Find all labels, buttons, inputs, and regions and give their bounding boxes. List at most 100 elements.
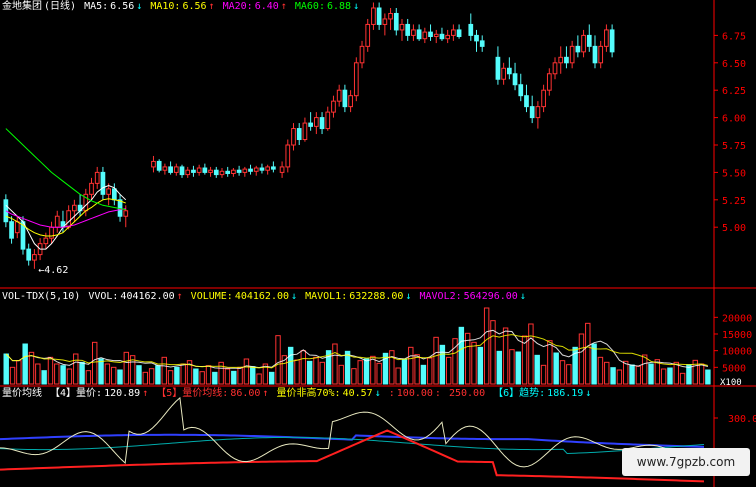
candle-body: [168, 166, 173, 173]
volume-bar: [142, 371, 148, 385]
candle: [106, 183, 111, 206]
candle: [393, 8, 399, 36]
volume-bar: [471, 341, 477, 385]
candle: [151, 155, 156, 173]
volume-price-ma-line: [0, 429, 705, 483]
candle-body: [512, 73, 518, 86]
volume-bar: [553, 352, 559, 385]
candle-body: [468, 23, 474, 36]
candle: [248, 164, 253, 175]
volume-bar: [218, 361, 224, 385]
candle-body: [518, 84, 524, 97]
candle: [604, 24, 609, 52]
candle-body: [558, 56, 564, 64]
mavol1-arrow: ↓: [405, 291, 412, 302]
volume-bar: [313, 356, 319, 385]
candle-body: [416, 29, 422, 40]
candle: [196, 164, 202, 176]
volume-tick-label: 10000: [722, 347, 752, 358]
volume-bar: [515, 351, 521, 385]
candle-body: [348, 95, 353, 108]
candle: [371, 2, 376, 30]
candle: [213, 166, 219, 178]
volume-tick-label: 15000: [722, 330, 752, 341]
candle-body: [564, 56, 569, 64]
volume-bar: [16, 360, 22, 385]
candle-body: [285, 144, 291, 168]
candle-body: [89, 182, 94, 195]
ma10-label: MA10:: [150, 1, 181, 12]
ma20-value: 6.40: [254, 1, 279, 12]
candle: [518, 73, 524, 102]
ind-item-3-arrow: :: [434, 388, 441, 399]
volume-bar: [47, 356, 54, 385]
volume-unit-label: X100: [720, 378, 742, 388]
candle: [271, 161, 276, 173]
candle-body: [552, 62, 558, 75]
volume-bar: [205, 365, 212, 385]
volume-bar: [698, 363, 705, 385]
ma60-line: [5, 128, 126, 211]
candle-body: [575, 45, 581, 53]
candle: [506, 57, 512, 80]
volume-tick-label: 5000: [722, 363, 746, 374]
volume-bar: [446, 356, 452, 385]
candle-body: [371, 7, 376, 25]
candle-body: [506, 67, 512, 75]
indicator-tick-label: 300.0: [728, 414, 756, 425]
volume-bar: [623, 360, 629, 385]
volume-bar: [73, 353, 79, 385]
candle-body: [325, 111, 331, 130]
volume-bar: [287, 346, 294, 385]
candle: [89, 177, 94, 200]
candle-body: [54, 215, 60, 228]
volume-bar: [648, 363, 654, 385]
volume-bar: [591, 343, 597, 385]
volume-bar: [578, 333, 585, 385]
volume-bar: [319, 361, 325, 385]
candle-body: [428, 31, 433, 37]
candle-body: [225, 170, 231, 174]
ind-item-3-value: 100.00: [396, 388, 433, 399]
candle: [9, 216, 14, 244]
volume-bar: [597, 356, 604, 385]
volume-bar: [136, 365, 142, 385]
ma10-arrow: ↑: [208, 1, 215, 12]
candle-body: [598, 45, 604, 64]
vvol-value: 404162.00: [120, 291, 175, 302]
candle-body: [100, 171, 106, 195]
candle-body: [319, 117, 325, 130]
candlestick-series: ←4.62: [3, 2, 615, 276]
ma60-value: 6.88: [326, 1, 352, 12]
candle-body: [524, 95, 529, 108]
price-tick-label: 6.75: [722, 31, 746, 42]
volume-bar: [60, 365, 66, 385]
candle: [32, 249, 37, 269]
candle-body: [479, 40, 485, 47]
volume-bar: [528, 323, 534, 385]
candle-body: [456, 29, 462, 37]
volume-bar: [376, 362, 382, 385]
ind-item-0-text: 【4】量价:: [50, 388, 103, 399]
candle-body: [433, 33, 439, 37]
volume-bar: [427, 357, 433, 385]
ind-item-5-text: 【6】趋势:: [493, 388, 546, 399]
candle-body: [9, 221, 14, 239]
volume-bar: [502, 327, 509, 385]
low-price-annotation: ←4.62: [38, 265, 68, 276]
volume-bar: [363, 358, 370, 385]
candle-body: [279, 166, 285, 173]
candle-body: [474, 34, 479, 42]
candle-body: [265, 166, 271, 171]
candle: [564, 46, 569, 69]
volume-bar: [351, 368, 357, 385]
candle: [308, 112, 313, 131]
candle: [558, 46, 564, 74]
candle-body: [191, 169, 196, 173]
ind-item-1-arrow: ↑: [262, 388, 269, 399]
volume-bar: [148, 368, 155, 385]
candle: [546, 68, 552, 96]
volume-bar: [41, 370, 47, 385]
candle-body: [382, 18, 388, 25]
ind-item-2-value: 40.57: [342, 388, 373, 399]
